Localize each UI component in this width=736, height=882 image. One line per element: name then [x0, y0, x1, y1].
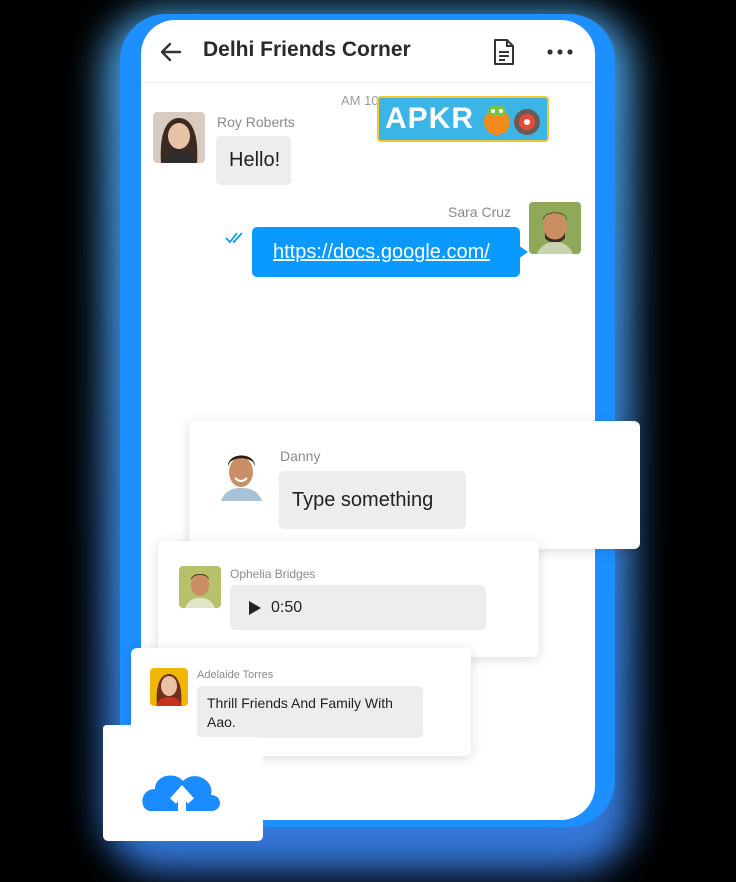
logo-mascot-icon [484, 106, 540, 135]
avatar-danny[interactable] [215, 446, 268, 501]
sender-name: Sara Cruz [448, 204, 512, 220]
upload-folder[interactable] [99, 701, 265, 843]
sender-name: Adelaide Torres [197, 669, 274, 681]
message-bubble[interactable]: Type something [279, 471, 466, 529]
sender-name: Danny [280, 448, 321, 464]
chat-card-danny: Danny Type something [189, 421, 640, 549]
page-title: Delhi Friends Corner [203, 38, 411, 61]
bubble-tail [518, 245, 528, 259]
voice-duration: 0:50 [271, 599, 303, 616]
message-link[interactable]: https://docs.google.com/ [273, 241, 490, 264]
sender-name: Ophelia Bridges [230, 567, 316, 581]
sender-name: Roy Roberts [217, 114, 295, 130]
voice-message[interactable]: 0:50 [230, 585, 486, 630]
avatar-roy-roberts[interactable] [153, 112, 205, 163]
message-text: Type something [292, 489, 434, 511]
avatar-ophelia-bridges[interactable] [179, 566, 221, 608]
logo-text: APKR [385, 102, 475, 135]
chat-card-ophelia: Ophelia Bridges 0:50 [158, 541, 539, 657]
avatar-sara-cruz[interactable] [529, 202, 581, 254]
watermark-logo: APKR [377, 96, 549, 142]
message-bubble-link[interactable]: https://docs.google.com/ [252, 227, 520, 277]
more-horizontal-icon[interactable] [545, 40, 575, 64]
document-icon[interactable] [491, 38, 517, 66]
message-text: Hello! [229, 149, 281, 171]
timestamp: AM 10 [341, 93, 379, 108]
arrow-left-icon[interactable] [159, 40, 183, 64]
message-bubble[interactable]: Hello! [216, 136, 291, 185]
top-bar: Delhi Friends Corner [141, 20, 595, 83]
play-icon[interactable] [248, 600, 262, 616]
double-check-icon [225, 232, 243, 244]
